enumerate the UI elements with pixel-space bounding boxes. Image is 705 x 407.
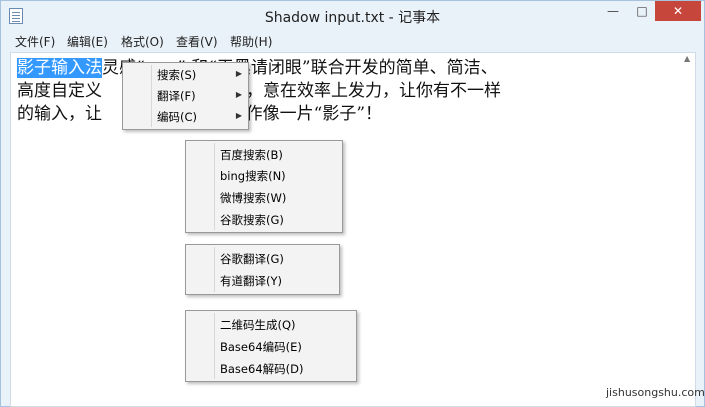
submenu-arrow-icon: ▶ — [235, 69, 242, 78]
menu-help[interactable]: 帮助(H) — [230, 33, 272, 50]
menu-item-google-translate[interactable]: 谷歌翻译(G) — [220, 251, 284, 267]
context-item-encode[interactable]: 编码(C) — [157, 109, 197, 125]
notepad-window: Shadow input.txt - 记事本 — □ ✕ 文件(F) 编辑(E)… — [0, 0, 705, 407]
menu-item-bing-search[interactable]: bing搜索(N) — [220, 168, 286, 184]
menu-file[interactable]: 文件(F) — [15, 33, 55, 50]
menu-item-youdao-translate[interactable]: 有道翻译(Y) — [220, 273, 282, 289]
menu-bar: 文件(F) 编辑(E) 格式(O) 查看(V) 帮助(H) — [2, 31, 703, 51]
submenu-arrow-icon: ▶ — [235, 111, 242, 120]
minimize-button[interactable]: — — [599, 1, 627, 21]
encode-submenu: 二维码生成(Q) Base64编码(E) Base64解码(D) — [185, 310, 357, 382]
editor-text[interactable]: 影子输入法灵感“ ” 和“天黑请闭眼”联合开发的简单、简洁、 高度自定义 名“影… — [17, 57, 677, 126]
search-submenu: 百度搜索(B) bing搜索(N) 微博搜索(W) 谷歌搜索(G) — [185, 140, 343, 233]
menu-edit[interactable]: 编辑(E) — [67, 33, 108, 50]
text-line-2: 高度自定义 名“影子”，意在效率上发力，让你有不一样 — [17, 81, 502, 101]
context-item-translate[interactable]: 翻译(F) — [157, 88, 196, 104]
menu-format[interactable]: 格式(O) — [121, 33, 164, 50]
translate-submenu: 谷歌翻译(G) 有道翻译(Y) — [185, 244, 340, 295]
menu-item-base64-encode[interactable]: Base64编码(E) — [220, 339, 302, 355]
menu-item-base64-decode[interactable]: Base64解码(D) — [220, 361, 303, 377]
menu-item-weibo-search[interactable]: 微博搜索(W) — [220, 190, 286, 206]
menu-item-baidu-search[interactable]: 百度搜索(B) — [220, 147, 283, 163]
context-menu: 搜索(S) ▶ 翻译(F) ▶ 编码(C) ▶ — [122, 62, 249, 130]
menu-item-qrcode[interactable]: 二维码生成(Q) — [220, 317, 296, 333]
menu-item-google-search[interactable]: 谷歌搜索(G) — [220, 212, 284, 228]
context-item-search[interactable]: 搜索(S) — [157, 67, 196, 83]
selected-text: 影子输入法 — [17, 58, 102, 78]
title-bar[interactable]: Shadow input.txt - 记事本 — □ ✕ — [1, 1, 704, 31]
menu-view[interactable]: 查看(V) — [176, 33, 218, 50]
watermark: jishusongshu.com — [606, 386, 705, 399]
close-button[interactable]: ✕ — [655, 1, 701, 21]
submenu-arrow-icon: ▶ — [235, 90, 242, 99]
scroll-up-arrow-icon[interactable]: ▲ — [684, 54, 690, 63]
maximize-button[interactable]: □ — [628, 1, 656, 21]
